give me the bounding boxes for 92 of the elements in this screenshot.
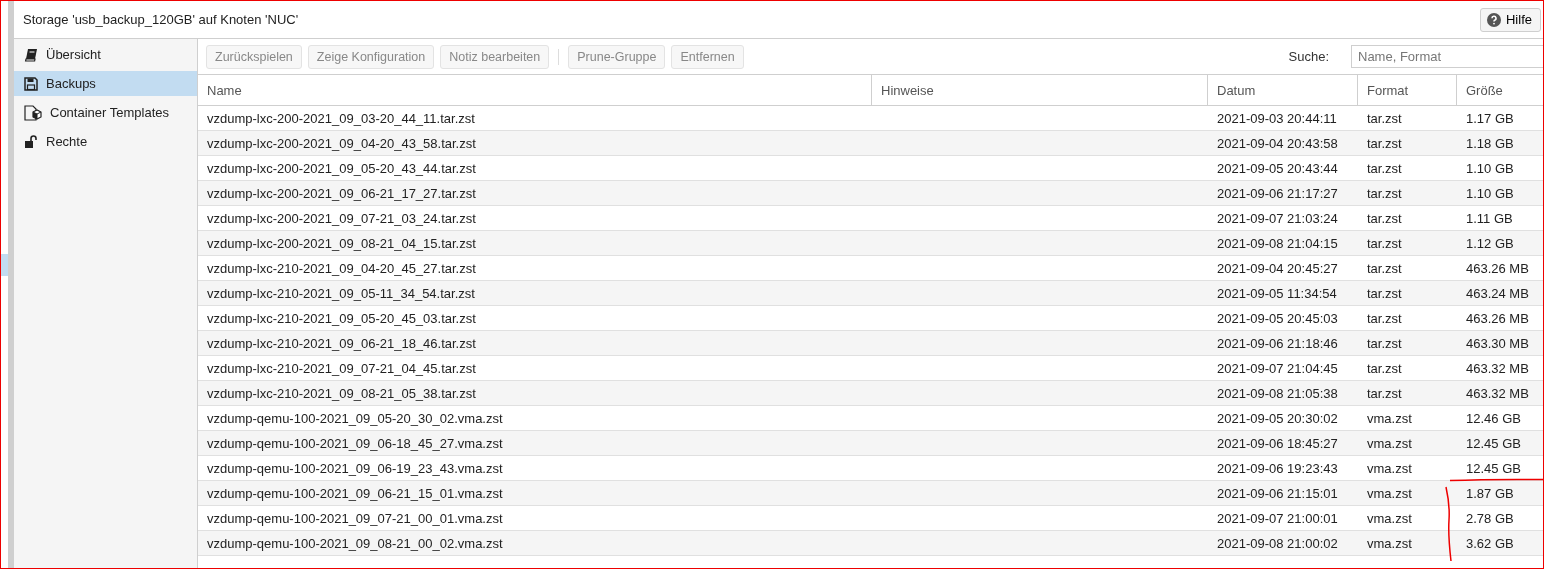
table-cell: vzdump-qemu-100-2021_09_07-21_00_01.vma.zst <box>207 510 503 526</box>
sidebar-item[interactable]: Rechte <box>14 129 197 154</box>
column-header[interactable]: Name <box>198 75 872 105</box>
table-cell: vzdump-lxc-200-2021_09_05-20_43_44.tar.zst <box>207 160 476 176</box>
table-cell: vzdump-lxc-200-2021_09_08-21_04_15.tar.zst <box>207 235 476 251</box>
table-cell: 2021-09-07 21:03:24 <box>1217 210 1338 226</box>
table-cell: tar.zst <box>1367 360 1402 376</box>
table-cell: 463.24 MB <box>1466 285 1529 301</box>
table-cell: 12.45 GB <box>1466 460 1521 476</box>
table-cell: vzdump-lxc-210-2021_09_07-21_04_45.tar.zst <box>207 360 476 376</box>
table-cell: 1.10 GB <box>1466 185 1514 201</box>
table-cell: vma.zst <box>1367 510 1412 526</box>
table-cell: tar.zst <box>1367 135 1402 151</box>
sidebar-item[interactable]: Backups <box>14 71 197 96</box>
table-cell: 2021-09-05 20:45:03 <box>1217 310 1338 326</box>
table-cell: vzdump-qemu-100-2021_09_06-19_23_43.vma.zst <box>207 460 503 476</box>
table-cell: vma.zst <box>1367 460 1412 476</box>
table-cell: tar.zst <box>1367 310 1402 326</box>
help-icon <box>1487 12 1501 27</box>
table-cell: vma.zst <box>1367 410 1412 426</box>
splitter-bar[interactable] <box>8 1 14 568</box>
table-cell: vzdump-qemu-100-2021_09_06-21_15_01.vma.zst <box>207 485 503 501</box>
table-cell: vzdump-lxc-210-2021_09_05-20_45_03.tar.zst <box>207 310 476 326</box>
table-cell: 2021-09-08 21:00:02 <box>1217 535 1338 551</box>
table-cell: vzdump-lxc-210-2021_09_04-20_45_27.tar.zst <box>207 260 476 276</box>
table-cell: 2021-09-06 21:17:27 <box>1217 185 1338 201</box>
panel-title: Storage 'usb_backup_120GB' auf Knoten 'NUC' <box>23 12 299 27</box>
table-cell: vzdump-qemu-100-2021_09_05-20_30_02.vma.zst <box>207 410 503 426</box>
table-cell: 2021-09-06 21:18:46 <box>1217 335 1338 351</box>
floppy-icon <box>24 76 38 91</box>
sidebar-item[interactable]: Container Templates <box>14 100 197 125</box>
table-cell: 463.32 MB <box>1466 360 1529 376</box>
table-cell: 463.26 MB <box>1466 260 1529 276</box>
table-cell: 1.11 GB <box>1466 210 1513 226</box>
table-cell: 2021-09-05 20:30:02 <box>1217 410 1338 426</box>
table-cell: tar.zst <box>1367 185 1402 201</box>
table-cell: vzdump-lxc-210-2021_09_05-11_34_54.tar.zst <box>207 285 475 301</box>
table-cell: 2021-09-08 21:05:38 <box>1217 385 1338 401</box>
table-cell: 3.62 GB <box>1466 535 1514 551</box>
table-cell: 12.45 GB <box>1466 435 1521 451</box>
table-cell: vma.zst <box>1367 485 1412 501</box>
table-cell: vzdump-lxc-200-2021_09_06-21_17_27.tar.zst <box>207 185 476 201</box>
table-cell: tar.zst <box>1367 160 1402 176</box>
cube-icon <box>24 104 42 121</box>
column-header[interactable]: Datum <box>1208 75 1358 105</box>
table-cell: tar.zst <box>1367 385 1402 401</box>
table-cell: 2021-09-07 21:04:45 <box>1217 360 1338 376</box>
table-cell: tar.zst <box>1367 235 1402 251</box>
table-cell: 2021-09-04 20:45:27 <box>1217 260 1338 276</box>
table-cell: 1.10 GB <box>1466 160 1514 176</box>
selection-marker <box>1 254 8 276</box>
table-cell: tar.zst <box>1367 110 1402 126</box>
table-cell: 2021-09-07 21:00:01 <box>1217 510 1338 526</box>
table-cell: 1.87 GB <box>1466 485 1514 501</box>
table-cell: vzdump-lxc-200-2021_09_03-20_44_11.tar.zst <box>207 110 475 126</box>
table-cell: 2021-09-03 20:44:11 <box>1217 110 1337 126</box>
column-header[interactable]: Größe <box>1457 75 1543 105</box>
table-cell: 463.26 MB <box>1466 310 1529 326</box>
table-cell: 1.12 GB <box>1466 235 1514 251</box>
table-cell: 2021-09-05 20:43:44 <box>1217 160 1338 176</box>
table-cell: 2021-09-08 21:04:15 <box>1217 235 1338 251</box>
table-cell: 2.78 GB <box>1466 510 1514 526</box>
unlock-icon <box>24 134 38 149</box>
search-field[interactable]: Name, Format <box>1351 45 1543 68</box>
table-cell: 12.46 GB <box>1466 410 1521 426</box>
table-cell: 2021-09-06 18:45:27 <box>1217 435 1338 451</box>
column-header[interactable]: Hinweise <box>872 75 1208 105</box>
table-cell: vzdump-qemu-100-2021_09_06-18_45_27.vma.zst <box>207 435 503 451</box>
table-cell: tar.zst <box>1367 285 1402 301</box>
table-cell: 2021-09-05 11:34:54 <box>1217 285 1337 301</box>
table-cell: vma.zst <box>1367 435 1412 451</box>
table-cell: 2021-09-06 19:23:43 <box>1217 460 1338 476</box>
table-cell: 2021-09-04 20:43:58 <box>1217 135 1338 151</box>
column-header[interactable]: Format <box>1358 75 1457 105</box>
table-cell: 2021-09-06 21:15:01 <box>1217 485 1338 501</box>
table-cell: tar.zst <box>1367 260 1402 276</box>
table-cell: vma.zst <box>1367 535 1412 551</box>
table-cell: vzdump-qemu-100-2021_09_08-21_00_02.vma.zst <box>207 535 503 551</box>
book-icon <box>24 47 38 62</box>
help-button[interactable]: Hilfe <box>1480 7 1541 32</box>
table-cell: vzdump-lxc-210-2021_09_06-21_18_46.tar.zst <box>207 335 476 351</box>
table-cell: 1.18 GB <box>1466 135 1514 151</box>
table-cell: 463.32 MB <box>1466 385 1529 401</box>
table-cell: 463.30 MB <box>1466 335 1529 351</box>
table-cell: vzdump-lxc-210-2021_09_08-21_05_38.tar.zst <box>207 385 476 401</box>
table-cell: vzdump-lxc-200-2021_09_04-20_43_58.tar.zst <box>207 135 476 151</box>
table-cell: vzdump-lxc-200-2021_09_07-21_03_24.tar.zst <box>207 210 476 226</box>
search-label: Suche: <box>1288 49 1329 64</box>
table-cell: 1.17 GB <box>1466 110 1514 126</box>
sidebar-item[interactable]: Übersicht <box>14 42 197 67</box>
table-cell: tar.zst <box>1367 210 1402 226</box>
table-cell: tar.zst <box>1367 335 1402 351</box>
